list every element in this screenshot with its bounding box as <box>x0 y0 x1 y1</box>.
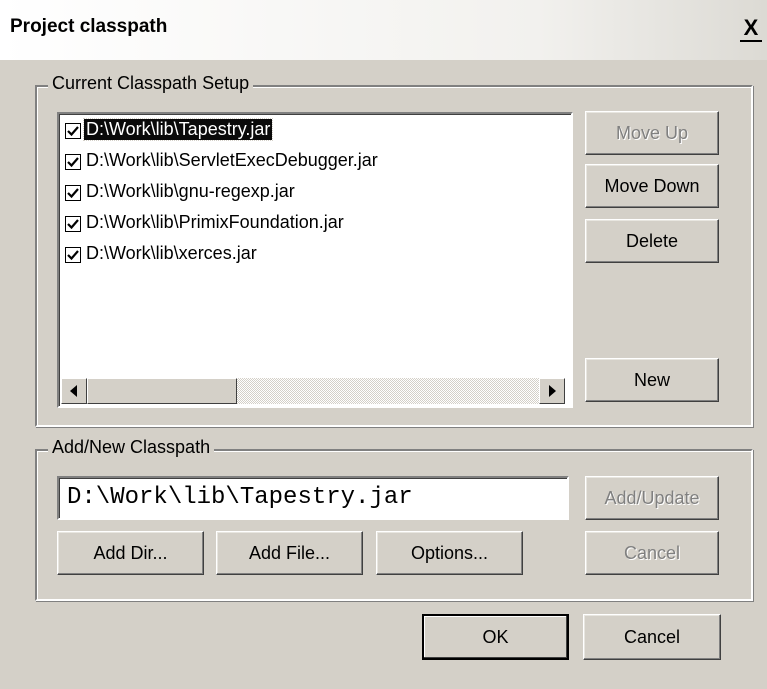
list-item-label: D:\Work\lib\Tapestry.jar <box>82 118 274 141</box>
arrow-right-icon <box>549 385 556 397</box>
list-item-label: D:\Work\lib\ServletExecDebugger.jar <box>86 150 378 170</box>
checkbox[interactable] <box>65 247 81 263</box>
add-new-classpath-legend: Add/New Classpath <box>48 437 215 458</box>
checkbox[interactable] <box>65 123 81 139</box>
list-item[interactable]: D:\Work\lib\gnu-regexp.jar <box>63 178 567 208</box>
classpath-path-input[interactable]: D:\Work\lib\Tapestry.jar <box>57 476 569 520</box>
add-update-button[interactable]: Add/Update <box>585 476 719 520</box>
add-file-button[interactable]: Add File... <box>216 531 363 575</box>
list-item[interactable]: D:\Work\lib\ServletExecDebugger.jar <box>63 147 567 177</box>
add-new-classpath-group <box>35 449 753 601</box>
dialog-title: Project classpath <box>10 16 168 37</box>
arrow-left-icon <box>70 385 77 397</box>
add-dir-button[interactable]: Add Dir... <box>57 531 204 575</box>
list-item-label: D:\Work\lib\xerces.jar <box>86 243 257 263</box>
add-cancel-button[interactable]: Cancel <box>585 531 719 575</box>
list-item-label: D:\Work\lib\gnu-regexp.jar <box>86 181 295 201</box>
list-item[interactable]: D:\Work\lib\PrimixFoundation.jar <box>63 209 567 239</box>
cancel-button[interactable]: Cancel <box>583 614 721 660</box>
horizontal-scrollbar[interactable] <box>61 378 565 404</box>
list-item[interactable]: D:\Work\lib\xerces.jar <box>63 240 567 270</box>
options-button[interactable]: Options... <box>376 531 523 575</box>
project-classpath-dialog: Project classpath X Current Classpath Se… <box>0 0 767 689</box>
new-button[interactable]: New <box>585 358 719 402</box>
scroll-thumb[interactable] <box>87 378 237 404</box>
classpath-listbox[interactable]: D:\Work\lib\Tapestry.jar D:\Work\lib\Ser… <box>57 112 573 408</box>
list-item-label: D:\Work\lib\PrimixFoundation.jar <box>86 212 344 232</box>
close-icon[interactable]: X <box>740 16 762 42</box>
checkbox[interactable] <box>65 185 81 201</box>
checkmark-icon <box>67 188 79 199</box>
checkbox[interactable] <box>65 216 81 232</box>
checkbox[interactable] <box>65 154 81 170</box>
checkmark-icon <box>67 126 79 137</box>
delete-button[interactable]: Delete <box>585 219 719 263</box>
scroll-right-button[interactable] <box>539 378 565 404</box>
checkmark-icon <box>67 219 79 230</box>
ok-button[interactable]: OK <box>422 614 569 660</box>
checkmark-icon <box>67 250 79 261</box>
current-classpath-legend: Current Classpath Setup <box>48 73 254 94</box>
title-bar[interactable]: Project classpath X <box>0 0 767 60</box>
list-item[interactable]: D:\Work\lib\Tapestry.jar <box>63 116 567 146</box>
move-up-button[interactable]: Move Up <box>585 111 719 155</box>
scroll-left-button[interactable] <box>61 378 87 404</box>
checkmark-icon <box>67 157 79 168</box>
move-down-button[interactable]: Move Down <box>585 164 719 208</box>
